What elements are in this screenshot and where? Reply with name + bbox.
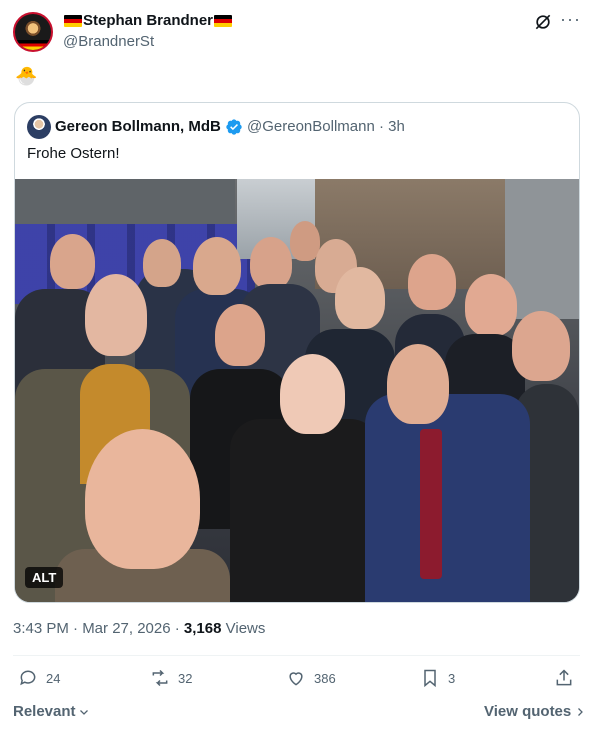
post-timestamp[interactable]: 3:43 PM · Mar 27, 2026 · 3,168 Views	[13, 620, 265, 637]
post-body-emoji: 🐣	[15, 66, 38, 86]
verified-badge-icon	[226, 119, 242, 135]
share-button[interactable]	[554, 668, 574, 688]
more-icon[interactable]: ···	[560, 10, 580, 30]
share-icon	[556, 669, 572, 686]
view-quotes-link[interactable]: View quotes	[484, 703, 586, 720]
repost-icon	[152, 669, 168, 687]
chevron-down-icon	[79, 709, 88, 715]
post-author-handle[interactable]: @BrandnerSt	[63, 33, 154, 50]
grok-icon[interactable]	[533, 12, 553, 32]
bookmark-icon	[424, 669, 436, 688]
alt-text-badge[interactable]: ALT	[25, 567, 64, 588]
post-avatar[interactable]	[13, 12, 53, 52]
quoted-author-handle: @GereonBollmann · 3h	[247, 118, 405, 135]
like-button[interactable]: 386	[286, 668, 336, 688]
bookmark-button[interactable]: 3	[420, 668, 455, 688]
heart-icon	[289, 672, 303, 686]
quoted-author-avatar	[27, 115, 51, 139]
views-count: 3,168	[183, 620, 222, 637]
reply-icon	[20, 670, 36, 686]
quoted-post-card[interactable]: Gereon Bollmann, MdB @GereonBollmann · 3…	[14, 102, 580, 603]
quoted-post-text: Frohe Ostern!	[27, 145, 120, 162]
repost-button[interactable]: 32	[150, 668, 192, 688]
german-flag-icon	[214, 14, 233, 27]
sort-relevant-dropdown[interactable]: Relevant	[13, 703, 90, 720]
reply-button[interactable]: 24	[18, 668, 60, 688]
post-author-name[interactable]: Stephan Brandner	[63, 12, 233, 29]
chevron-right-icon	[578, 707, 584, 716]
quoted-author-name: Gereon Bollmann, MdB	[55, 118, 221, 135]
divider	[13, 655, 580, 656]
german-flag-icon	[64, 14, 82, 27]
group-photo[interactable]: ALT	[15, 179, 579, 602]
